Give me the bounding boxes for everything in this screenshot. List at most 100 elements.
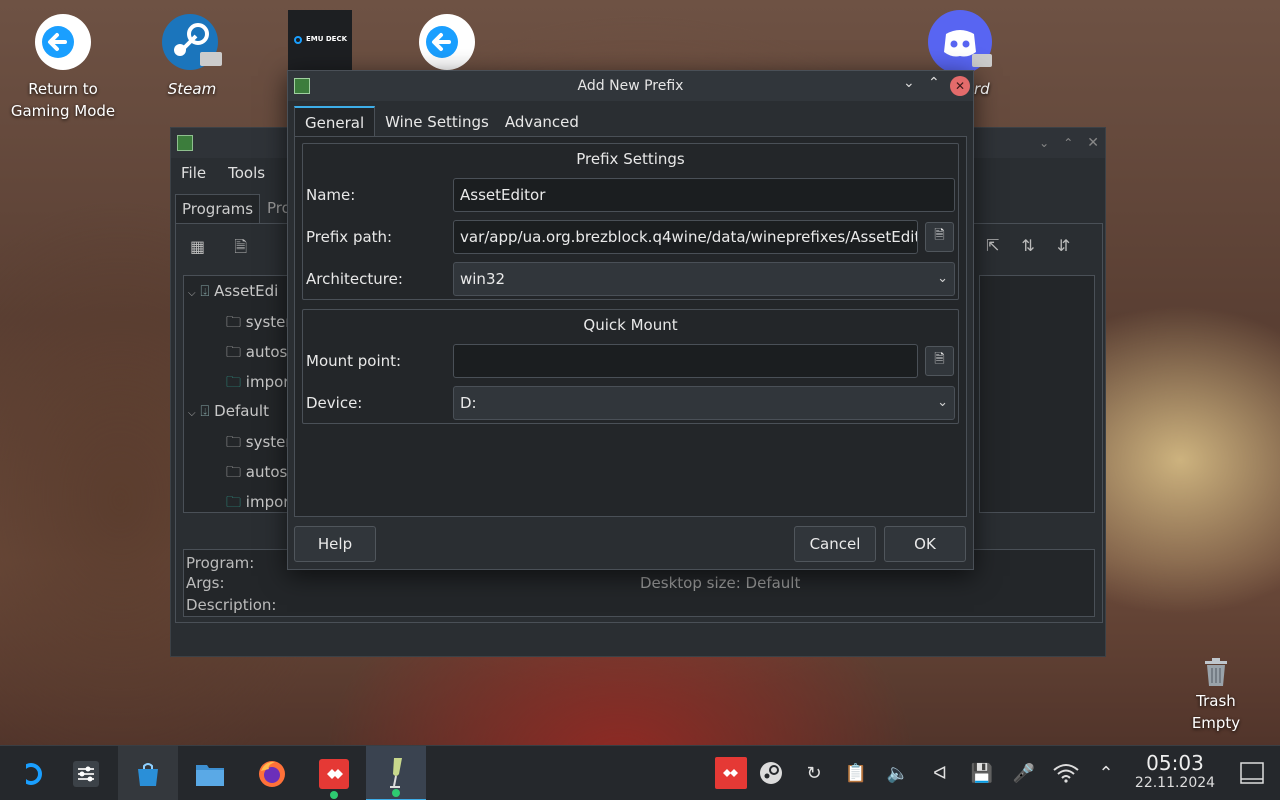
wine-glass-icon: ⍗ — [200, 402, 210, 420]
folder-icon: 🗀 — [226, 313, 242, 331]
minimize-icon[interactable]: ⌄ — [903, 75, 915, 91]
anydesk-icon — [319, 758, 349, 789]
menu-file[interactable]: File — [181, 164, 206, 182]
maximize-icon[interactable]: ⌃ — [1063, 136, 1073, 150]
trash-label: Trash — [1196, 692, 1236, 710]
tray-anydesk-icon[interactable] — [715, 757, 747, 789]
dialog-titlebar: Add New Prefix ⌄ ⌃ ✕ — [288, 71, 973, 101]
menu-tools[interactable]: Tools — [228, 164, 265, 182]
architecture-select[interactable]: win32 ⌄ — [453, 262, 955, 296]
clock-date: 22.11.2024 — [1134, 775, 1216, 791]
tray-storage-icon[interactable]: 💾 — [968, 759, 996, 787]
close-icon[interactable]: ✕ — [1087, 135, 1099, 151]
taskbar-anydesk[interactable] — [304, 746, 364, 800]
tray-bluetooth-icon[interactable]: ᐊ — [926, 759, 954, 787]
tray-steam-icon[interactable] — [757, 759, 785, 787]
folder-icon — [196, 764, 224, 786]
taskbar: ↻ 📋 🔈 ᐊ 💾 🎤 ⌃ 05:03 22.11.2024 — [0, 745, 1280, 800]
tray-update-icon[interactable]: ↻ — [800, 759, 828, 787]
taskbar-firefox[interactable] — [242, 746, 302, 800]
folder-icon: 🗀 — [226, 493, 242, 511]
tree-item[interactable]: 🗀 impor — [226, 492, 289, 517]
prefix-path-input[interactable]: var/app/ua.org.brezblock.q4wine/data/win… — [453, 220, 918, 254]
general-tab-pane: Prefix Settings Name: AssetEditor Prefix… — [294, 136, 967, 517]
trash-status: Empty — [1191, 714, 1241, 732]
taskbar-discover[interactable] — [118, 746, 178, 800]
add-new-prefix-dialog: Add New Prefix ⌄ ⌃ ✕ General Wine Settin… — [287, 70, 974, 570]
taskbar-q4wine[interactable] — [366, 746, 426, 800]
browse-prefix-path-button[interactable]: 🗎 — [925, 222, 954, 252]
tab-general[interactable]: General — [294, 106, 376, 137]
desktop-icon-return-2[interactable] — [392, 10, 502, 78]
description-label: Description: — [186, 596, 277, 614]
tray-microphone-icon[interactable]: 🎤 — [1010, 759, 1038, 787]
view-mode-icon[interactable]: ▦ — [190, 237, 205, 256]
tree-item[interactable]: 🗀 autos — [226, 462, 287, 487]
emudeck-logo-icon — [294, 36, 302, 44]
minimize-icon[interactable]: ⌄ — [1039, 136, 1049, 150]
tree-item[interactable]: 🗀 autos — [226, 342, 287, 367]
mount-point-input[interactable] — [453, 344, 918, 378]
device-label: Device: — [306, 394, 363, 412]
clock-time: 05:03 — [1146, 751, 1204, 775]
sort-ascending-icon[interactable]: ⇅ — [1021, 236, 1034, 255]
tree-item[interactable]: 🗀 syster — [226, 432, 292, 457]
show-desktop-icon[interactable] — [1238, 759, 1266, 787]
prefix-settings-title: Prefix Settings — [576, 150, 685, 168]
wine-glass-icon: ⍗ — [200, 282, 210, 300]
tree-item[interactable]: 🗀 impor — [226, 372, 289, 397]
help-button[interactable]: Help — [294, 526, 376, 562]
tab-advanced[interactable]: Advanced — [499, 106, 589, 137]
tree-item[interactable]: 🗀 syster — [226, 312, 292, 337]
desktop-icon-steam[interactable]: Steam — [137, 10, 247, 100]
tree-item[interactable]: ⌵ ⍗ AssetEdi — [188, 282, 278, 300]
taskbar-file-manager[interactable] — [180, 746, 240, 800]
main-toolbar: ▦ 🗎 — [190, 236, 247, 263]
file-browse-icon: 🗎 — [934, 352, 945, 367]
tab-wine-settings[interactable]: Wine Settings — [375, 106, 499, 137]
discover-store-icon — [138, 762, 158, 786]
name-input[interactable]: AssetEditor — [453, 178, 955, 212]
ok-button[interactable]: OK — [884, 526, 966, 562]
quick-mount-title: Quick Mount — [583, 316, 678, 334]
main-tab-programs[interactable]: Programs — [175, 194, 261, 224]
discord-label-fragment: rd — [974, 80, 990, 98]
return-arrow-icon — [415, 10, 479, 74]
wine-glass-icon — [390, 757, 402, 788]
q4wine-app-icon — [177, 135, 193, 151]
quick-mount-group: Quick Mount Mount point: 🗎 Device: D: ⌄ — [302, 309, 959, 424]
prefix-tree: ⌵ ⍗ AssetEdi 🗀 syster 🗀 autos 🗀 impor ⌵ … — [183, 275, 292, 513]
maximize-icon[interactable]: ⌃ — [928, 75, 940, 91]
desktop-icon-label: Return to Gaming Mode — [10, 80, 116, 120]
prefix-settings-group: Prefix Settings Name: AssetEditor Prefix… — [302, 143, 959, 300]
close-icon[interactable]: ✕ — [950, 76, 970, 96]
browse-mount-point-button[interactable]: 🗎 — [925, 346, 954, 376]
device-select[interactable]: D: ⌄ — [453, 386, 955, 420]
tray-wifi-icon[interactable] — [1052, 759, 1080, 787]
folder-icon: 🗀 — [226, 373, 242, 391]
cancel-button[interactable]: Cancel — [794, 526, 876, 562]
file-browse-icon: 🗎 — [934, 228, 945, 243]
desktop-icon-trash[interactable]: Trash Empty — [1161, 656, 1271, 734]
return-arrow-icon — [31, 10, 95, 74]
tray-volume-icon[interactable]: 🔈 — [884, 759, 912, 787]
sort-descending-icon[interactable]: ⇵ — [1057, 236, 1070, 255]
new-file-icon[interactable]: 🗎 — [234, 237, 247, 256]
tree-item[interactable]: ⌵ ⍗ Default — [188, 402, 269, 420]
dialog-title: Add New Prefix — [577, 78, 684, 94]
taskbar-system-settings[interactable] — [56, 746, 116, 800]
chevron-down-icon: ⌄ — [937, 271, 948, 286]
dialog-tabs: General Wine Settings Advanced — [294, 106, 589, 137]
desktop-icon-emudeck[interactable]: EMU DECK — [288, 10, 352, 70]
application-launcher[interactable] — [0, 746, 60, 800]
firefox-icon — [259, 760, 285, 787]
name-label: Name: — [306, 186, 356, 204]
desktop-icon-discord[interactable] — [905, 10, 1015, 78]
tray-clipboard-icon[interactable]: 📋 — [842, 759, 870, 787]
collapse-icon[interactable]: ⇱ — [986, 236, 999, 255]
tray-expand-icon[interactable]: ⌃ — [1092, 759, 1120, 787]
device-value: D: — [460, 394, 477, 412]
desktop-icon-label: Steam — [167, 80, 217, 98]
clock[interactable]: 05:03 22.11.2024 — [1130, 752, 1220, 792]
desktop-icon-return-gaming[interactable]: Return to Gaming Mode — [8, 10, 118, 122]
